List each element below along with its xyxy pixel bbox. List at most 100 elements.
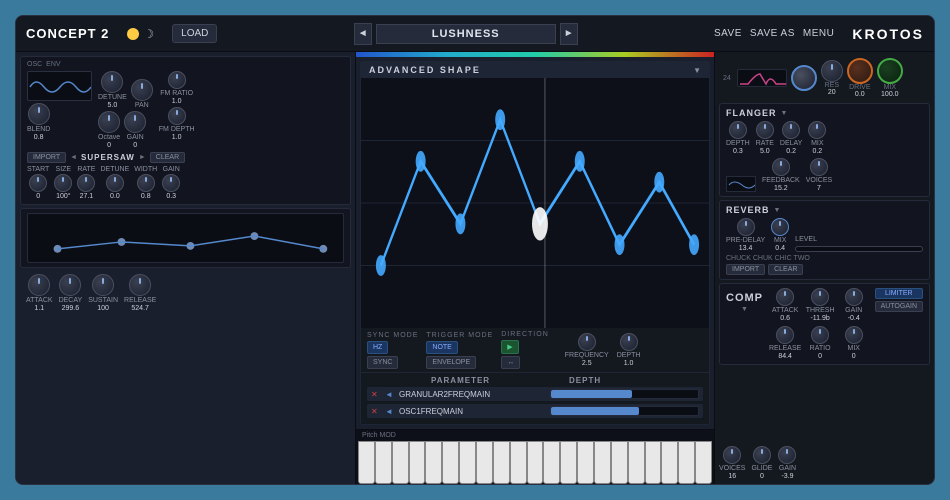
- save-as-button[interactable]: SAVE AS: [750, 28, 795, 39]
- res-knob[interactable]: [821, 60, 843, 82]
- prev-preset-button[interactable]: ◄: [354, 23, 372, 45]
- key-b3[interactable]: [695, 441, 712, 484]
- hz-button[interactable]: HZ: [367, 341, 388, 354]
- reverb-clear-button[interactable]: CLEAR: [768, 264, 803, 275]
- sync-button[interactable]: SYNC: [367, 356, 398, 369]
- reverb-mix-knob[interactable]: [771, 218, 789, 236]
- moon-icon[interactable]: ☽: [143, 27, 154, 41]
- flanger-feedback-knob[interactable]: [772, 158, 790, 176]
- cutoff-knob[interactable]: [791, 65, 817, 91]
- key-e3[interactable]: [628, 441, 645, 484]
- key-e2[interactable]: [510, 441, 527, 484]
- gain-knob[interactable]: [124, 111, 146, 133]
- frequency-knob[interactable]: [578, 333, 596, 351]
- glide-knob[interactable]: [753, 446, 771, 464]
- fm-ratio-knob-group: FM RATIO 1.0: [159, 71, 195, 105]
- limiter-button[interactable]: LIMITER: [875, 288, 923, 299]
- menu-button[interactable]: MENU: [803, 28, 834, 39]
- decay-knob[interactable]: [59, 274, 81, 296]
- octave-knob[interactable]: [98, 111, 120, 133]
- comp-attack-label: ATTACK: [772, 307, 799, 314]
- frequency-value: 2.5: [582, 360, 592, 367]
- import-button[interactable]: IMPORT: [27, 152, 66, 163]
- save-button[interactable]: SAVE: [714, 28, 742, 39]
- key-a[interactable]: [442, 441, 459, 484]
- comp-expand-icon[interactable]: ▼: [741, 306, 748, 313]
- key-f2[interactable]: [527, 441, 544, 484]
- key-b2[interactable]: [577, 441, 594, 484]
- key-d[interactable]: [375, 441, 392, 484]
- key-e[interactable]: [392, 441, 409, 484]
- flanger-mix-knob[interactable]: [808, 121, 826, 139]
- reverb-expand-icon[interactable]: ▼: [774, 207, 781, 214]
- gain-value: 0: [133, 142, 137, 149]
- key-a2[interactable]: [560, 441, 577, 484]
- fm-ratio-value: 1.0: [172, 98, 182, 105]
- comp-release-knob[interactable]: [776, 326, 794, 344]
- envelope-button[interactable]: ENVELOPE: [426, 356, 476, 369]
- key-f3[interactable]: [645, 441, 662, 484]
- shape-collapse-icon[interactable]: ▼: [693, 66, 701, 75]
- gain2-knob[interactable]: [162, 174, 180, 192]
- comp-attack-knob[interactable]: [776, 288, 794, 306]
- width-knob[interactable]: [137, 174, 155, 192]
- right-panel: 24 RES 20 DRIVE 0.0: [714, 52, 934, 484]
- key-a3[interactable]: [678, 441, 695, 484]
- play-both-button[interactable]: ↔: [501, 356, 520, 369]
- flanger-title-row: FLANGER ▼: [726, 108, 923, 118]
- remove-param-0-button[interactable]: ✕: [371, 390, 381, 399]
- detune2-knob[interactable]: [106, 174, 124, 192]
- comp-thresh-knob[interactable]: [811, 288, 829, 306]
- start-knob[interactable]: [29, 174, 47, 192]
- depth-knob[interactable]: [620, 333, 638, 351]
- attack-knob[interactable]: [28, 274, 50, 296]
- sustain-knob[interactable]: [92, 274, 114, 296]
- key-d2[interactable]: [493, 441, 510, 484]
- detune-knob[interactable]: [101, 71, 123, 93]
- comp-attack-group: ATTACK 0.6: [769, 288, 801, 322]
- key-c3[interactable]: [594, 441, 611, 484]
- gain2-group: GAIN 0.3: [162, 166, 180, 200]
- load-button[interactable]: LOAD: [172, 24, 217, 43]
- reverb-import-button[interactable]: IMPORT: [726, 264, 765, 275]
- flanger-rate-knob[interactable]: [756, 121, 774, 139]
- reverb-level-slider[interactable]: [795, 246, 923, 252]
- key-d3[interactable]: [611, 441, 628, 484]
- key-c2[interactable]: [476, 441, 493, 484]
- master-gain-knob[interactable]: [778, 446, 796, 464]
- fm-depth-knob[interactable]: [168, 107, 186, 125]
- mix-knob[interactable]: [877, 58, 903, 84]
- key-c[interactable]: [358, 441, 375, 484]
- gain-knob-group: GAIN 0: [124, 111, 146, 149]
- blend-knob[interactable]: [28, 103, 50, 125]
- autogain-button[interactable]: AUTOGAIN: [875, 301, 923, 312]
- key-g2[interactable]: [543, 441, 560, 484]
- clear-button[interactable]: CLEAR: [150, 152, 185, 163]
- key-g3[interactable]: [661, 441, 678, 484]
- reverb-predelay-knob[interactable]: [737, 218, 755, 236]
- drive-knob[interactable]: [847, 58, 873, 84]
- rate-knob[interactable]: [77, 174, 95, 192]
- pan-knob[interactable]: [131, 79, 153, 101]
- flanger-delay-knob[interactable]: [782, 121, 800, 139]
- fm-ratio-knob[interactable]: [168, 71, 186, 89]
- comp-ratio-knob[interactable]: [811, 326, 829, 344]
- sun-icon[interactable]: [127, 28, 139, 40]
- key-g[interactable]: [425, 441, 442, 484]
- param-0-depth-fill: [551, 390, 632, 398]
- remove-param-1-button[interactable]: ✕: [371, 407, 381, 416]
- note-button[interactable]: NOTE: [426, 341, 457, 354]
- voices-knob[interactable]: [723, 446, 741, 464]
- size-knob[interactable]: [54, 174, 72, 192]
- release-knob[interactable]: [129, 274, 151, 296]
- flanger-depth-knob[interactable]: [729, 121, 747, 139]
- flanger-rate-label: RATE: [756, 140, 774, 147]
- next-preset-button[interactable]: ►: [560, 23, 578, 45]
- play-forward-button[interactable]: ▶: [501, 340, 518, 354]
- key-f[interactable]: [409, 441, 426, 484]
- key-b[interactable]: [459, 441, 476, 484]
- comp-gain-knob[interactable]: [845, 288, 863, 306]
- flanger-voices-knob[interactable]: [810, 158, 828, 176]
- comp-mix-knob[interactable]: [845, 326, 863, 344]
- flanger-expand-icon[interactable]: ▼: [781, 110, 788, 117]
